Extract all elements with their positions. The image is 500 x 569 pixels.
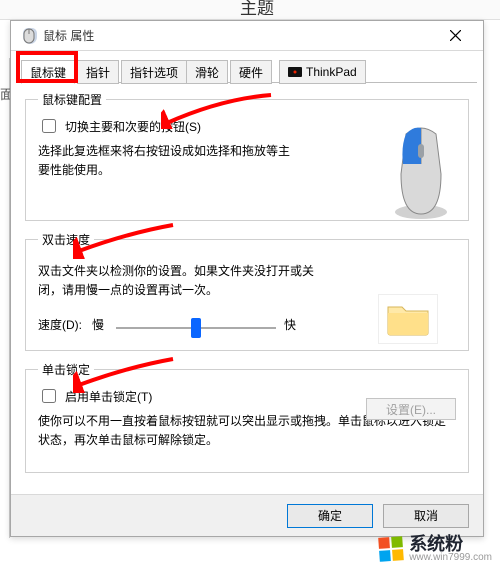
mouse-icon	[21, 28, 37, 44]
swap-buttons-label: 切换主要和次要的按钮(S)	[65, 118, 201, 135]
section-button-config: 鼠标键配置 切换主要和次要的按钮(S) 选择此复选框来将右按钮设成如选择和拖放等…	[25, 91, 469, 221]
folder-icon	[386, 301, 430, 337]
speed-label: 速度(D):	[38, 316, 82, 333]
close-button[interactable]	[433, 22, 477, 50]
section-double-click-speed: 双击速度 双击文件夹以检测你的设置。如果文件夹没打开或关闭，请用慢一点的设置再试…	[25, 231, 469, 351]
swap-buttons-description: 选择此复选框来将右按钮设成如选择和拖放等主要性能使用。	[38, 142, 298, 180]
watermark-logo-icon	[378, 536, 404, 562]
tab-pointer-options[interactable]: 指针选项	[121, 60, 187, 84]
section-double-click-legend: 双击速度	[38, 231, 94, 248]
watermark-url: www.win7999.com	[409, 553, 492, 563]
close-icon	[450, 30, 461, 41]
speed-fast-label: 快	[284, 316, 296, 333]
tab-buttons[interactable]: 鼠标键	[21, 60, 75, 84]
background-side-label: 面	[0, 84, 9, 103]
ok-button[interactable]: 确定	[287, 504, 373, 528]
cancel-button[interactable]: 取消	[383, 504, 469, 528]
tab-thinkpad[interactable]: ThinkPad	[279, 60, 366, 84]
tab-hardware[interactable]: 硬件	[230, 60, 272, 84]
section-click-lock-legend: 单击锁定	[38, 361, 94, 378]
tab-strip: 鼠标键 指针 指针选项 滑轮 硬件 ThinkPad	[17, 57, 477, 83]
speed-slow-label: 慢	[92, 316, 104, 333]
double-click-test-area[interactable]	[378, 294, 438, 344]
tab-wheel[interactable]: 滑轮	[186, 60, 228, 84]
thinkpad-icon	[288, 65, 302, 79]
mouse-illustration	[386, 124, 456, 224]
click-lock-settings-button[interactable]: 设置(E)...	[366, 398, 456, 420]
mouse-properties-dialog: 鼠标 属性 鼠标键 指针 指针选项 滑轮 硬件 ThinkPad 鼠	[10, 20, 484, 537]
background-left-pane: 面	[0, 58, 10, 538]
window-title: 鼠标 属性	[43, 27, 94, 44]
double-click-description: 双击文件夹以检测你的设置。如果文件夹没打开或关闭，请用慢一点的设置再试一次。	[38, 262, 328, 300]
background-title-bar: 主题	[0, 0, 500, 20]
section-click-lock: 单击锁定 启用单击锁定(T) 设置(E)... 使你可以不用一直按着鼠标按钮就可…	[25, 361, 469, 473]
watermark-text: 系统粉	[409, 535, 463, 553]
titlebar[interactable]: 鼠标 属性	[11, 21, 483, 51]
click-lock-label: 启用单击锁定(T)	[65, 388, 152, 405]
dialog-button-row: 确定 取消	[11, 494, 483, 536]
swap-buttons-checkbox[interactable]	[42, 119, 56, 133]
watermark: 系统粉 www.win7999.com	[379, 535, 492, 563]
click-lock-checkbox[interactable]	[42, 389, 56, 403]
double-click-speed-slider[interactable]	[116, 327, 276, 329]
tab-pointers[interactable]: 指针	[77, 60, 119, 84]
section-button-config-legend: 鼠标键配置	[38, 91, 106, 108]
background-title-text: 主题	[240, 0, 274, 19]
